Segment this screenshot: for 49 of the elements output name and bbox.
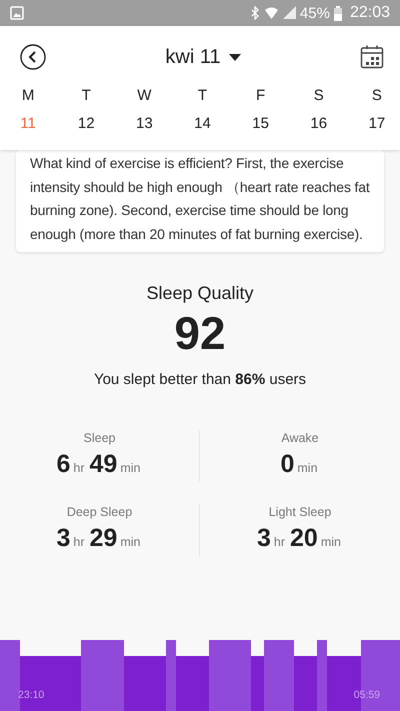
date-item[interactable]: 17 [368,116,386,132]
week-selector[interactable]: kwi 11 [165,46,241,68]
back-icon[interactable] [20,44,46,70]
light-sleep-bar [166,640,176,711]
stat-label: Deep Sleep [66,504,132,520]
stat-label: Awake [281,430,319,446]
deep-sleep-bar [20,656,81,711]
image-icon [10,6,24,20]
tip-text: What kind of exercise is efficient? First, the exercise intensity should be high enough （heart rate reaches fat burning zone). Second, exercise time should be long enough (more than 20 minutes of fat burning exercise). [30,154,371,244]
bluetooth-icon [250,6,260,20]
stat-value: 0 min [280,450,319,480]
wifi-icon [264,6,279,20]
date-item[interactable]: 12 [78,116,95,132]
weekday-label: M [22,88,34,104]
stat-label: Sleep [84,430,116,446]
deep-sleep-bar [251,656,264,711]
date-item[interactable]: 14 [194,116,211,132]
deep-sleep-bar [124,656,166,711]
stat-value: 6 hr 49 min [56,450,142,480]
sleep-score: 92 [174,308,226,358]
deep-sleep-bar [294,656,317,711]
clock-time: 22:03 [350,4,390,22]
sleep-quality-label: Sleep Quality [146,282,254,304]
deep-sleep-bar [176,656,209,711]
stat-value: 3 hr 20 min [257,524,342,554]
light-sleep-bar [317,640,327,711]
light-sleep-bar [0,640,20,711]
comparison-text: You slept better than 86% users [94,370,306,390]
date-item[interactable]: 13 [136,116,153,132]
caret-icon [228,54,241,60]
date-item[interactable]: 15 [252,116,269,132]
stat-label: Light Sleep [268,504,332,520]
weekday-label: S [372,88,382,104]
light-sleep-bar [264,640,294,711]
weekday-label: T [198,88,208,104]
weekday-label: T [82,88,91,104]
stat-value: 3 hr 29 min [56,524,142,554]
end-time: 05:59 [354,689,380,701]
weekday-label: W [137,88,152,104]
battery-percent: 45% [300,4,330,22]
weekday-label: S [314,88,324,104]
date-item[interactable]: 16 [310,116,328,132]
weekday-label: F [256,88,266,104]
light-sleep-bar [81,640,124,711]
signal-icon [282,6,296,20]
start-time: 23:10 [18,689,44,701]
battery-icon [334,6,342,20]
calendar-icon[interactable] [360,45,384,69]
light-sleep-bar [209,640,251,711]
